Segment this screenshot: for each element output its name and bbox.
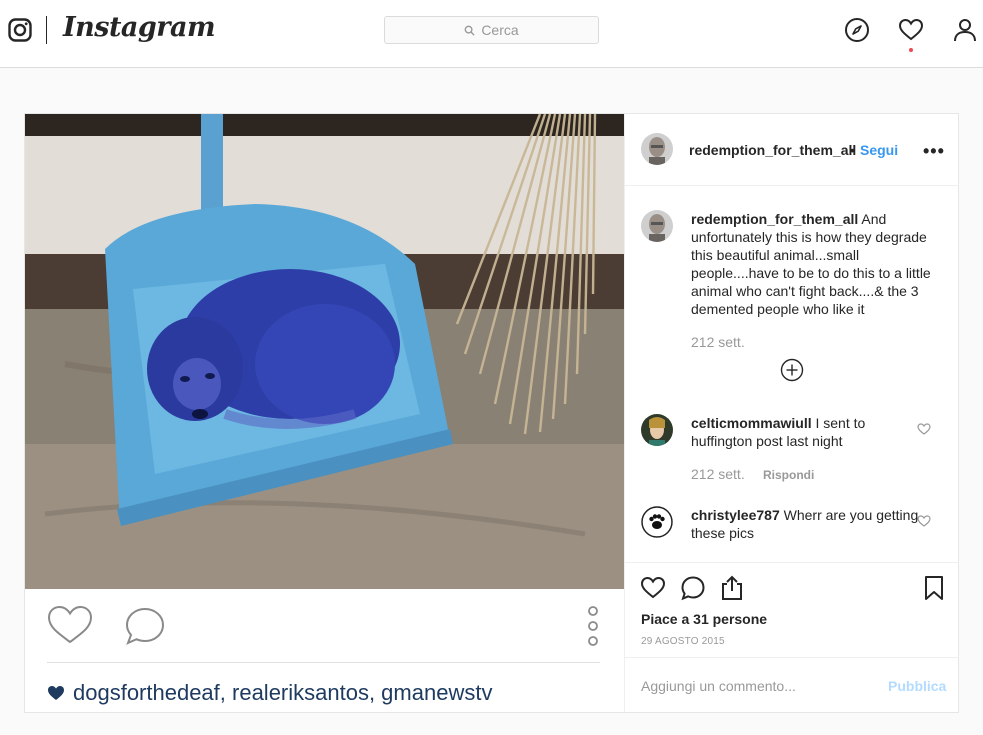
- avatar[interactable]: [641, 506, 673, 538]
- comment-like-icon[interactable]: [917, 515, 931, 527]
- caption-username[interactable]: redemption_for_them_all: [691, 211, 858, 227]
- share-icon[interactable]: [719, 575, 745, 601]
- post-header: redemption_for_them_all • Segui •••: [625, 114, 959, 186]
- search-placeholder: Cerca: [481, 22, 519, 38]
- side-action-bar: Piace a 31 persone 29 AGOSTO 2015 Aggiun…: [625, 562, 959, 712]
- comment-icon[interactable]: [124, 606, 166, 646]
- caption-timestamp[interactable]: 212 sett.: [691, 334, 745, 350]
- commenter-avatar-image: [641, 414, 673, 446]
- instagram-logo-icon[interactable]: [8, 18, 32, 42]
- instagram-wordmark[interactable]: Instagram: [63, 12, 216, 43]
- avatar[interactable]: [641, 133, 673, 165]
- follow-button[interactable]: Segui: [860, 142, 898, 158]
- search-input[interactable]: Cerca: [384, 16, 599, 44]
- post-caption: redemption_for_them_all And unfortunatel…: [691, 210, 941, 318]
- add-comment-input[interactable]: Aggiungi un commento...: [641, 678, 796, 694]
- avatar[interactable]: [641, 414, 673, 446]
- search-icon: [464, 25, 475, 36]
- heart-icon[interactable]: [898, 17, 924, 43]
- commenter-avatar-image: [641, 506, 673, 538]
- post-options-button[interactable]: •••: [923, 141, 945, 162]
- comment-username[interactable]: christylee787: [691, 507, 780, 523]
- comment-username[interactable]: celticmommawiull: [691, 415, 812, 431]
- post-action-bar: dogsforthedeaf, realeriksantos, gmanewst…: [25, 589, 624, 714]
- post-side-panel: redemption_for_them_all • Segui ••• rede…: [624, 114, 959, 712]
- tags-text[interactable]: dogsforthedeaf, realeriksantos, gmanewst…: [73, 680, 492, 706]
- comment-text: christylee787 Wherr are you getting thes…: [691, 506, 921, 542]
- add-comment-row: Aggiungi un commento... Pubblica: [625, 657, 959, 713]
- load-more-comments-icon[interactable]: [780, 358, 804, 382]
- profile-icon[interactable]: [952, 17, 978, 43]
- post-date[interactable]: 29 AGOSTO 2015: [641, 636, 725, 647]
- separator-dot: •: [850, 142, 855, 158]
- top-navigation: Instagram Cerca: [0, 0, 983, 68]
- like-icon[interactable]: [47, 605, 93, 645]
- logo-divider: [46, 16, 47, 44]
- reply-button[interactable]: Rispondi: [763, 468, 814, 482]
- filled-heart-icon: [48, 686, 64, 700]
- post-card: dogsforthedeaf, realeriksantos, gmanewst…: [24, 113, 959, 713]
- comment-icon[interactable]: [680, 575, 706, 601]
- dog-in-dustpan-image: [25, 114, 624, 589]
- caption-avatar-image: [641, 210, 673, 242]
- like-icon[interactable]: [640, 575, 666, 601]
- author-username[interactable]: redemption_for_them_all: [689, 142, 856, 158]
- publish-button[interactable]: Pubblica: [888, 678, 946, 694]
- more-options-icon[interactable]: [586, 604, 600, 648]
- post-photo[interactable]: [25, 114, 624, 589]
- compass-icon[interactable]: [844, 17, 870, 43]
- comment-text: celticmommawiull I sent to huffington po…: [691, 414, 921, 450]
- liked-by-tags: dogsforthedeaf, realeriksantos, gmanewst…: [47, 680, 492, 706]
- avatar[interactable]: [641, 210, 673, 242]
- comment-timestamp[interactable]: 212 sett.: [691, 466, 745, 482]
- notification-dot: [909, 48, 913, 52]
- author-avatar-image: [641, 133, 673, 165]
- bookmark-icon[interactable]: [921, 575, 947, 601]
- likes-count[interactable]: Piace a 31 persone: [641, 611, 767, 627]
- comment-like-icon[interactable]: [917, 423, 931, 435]
- action-divider: [47, 662, 600, 663]
